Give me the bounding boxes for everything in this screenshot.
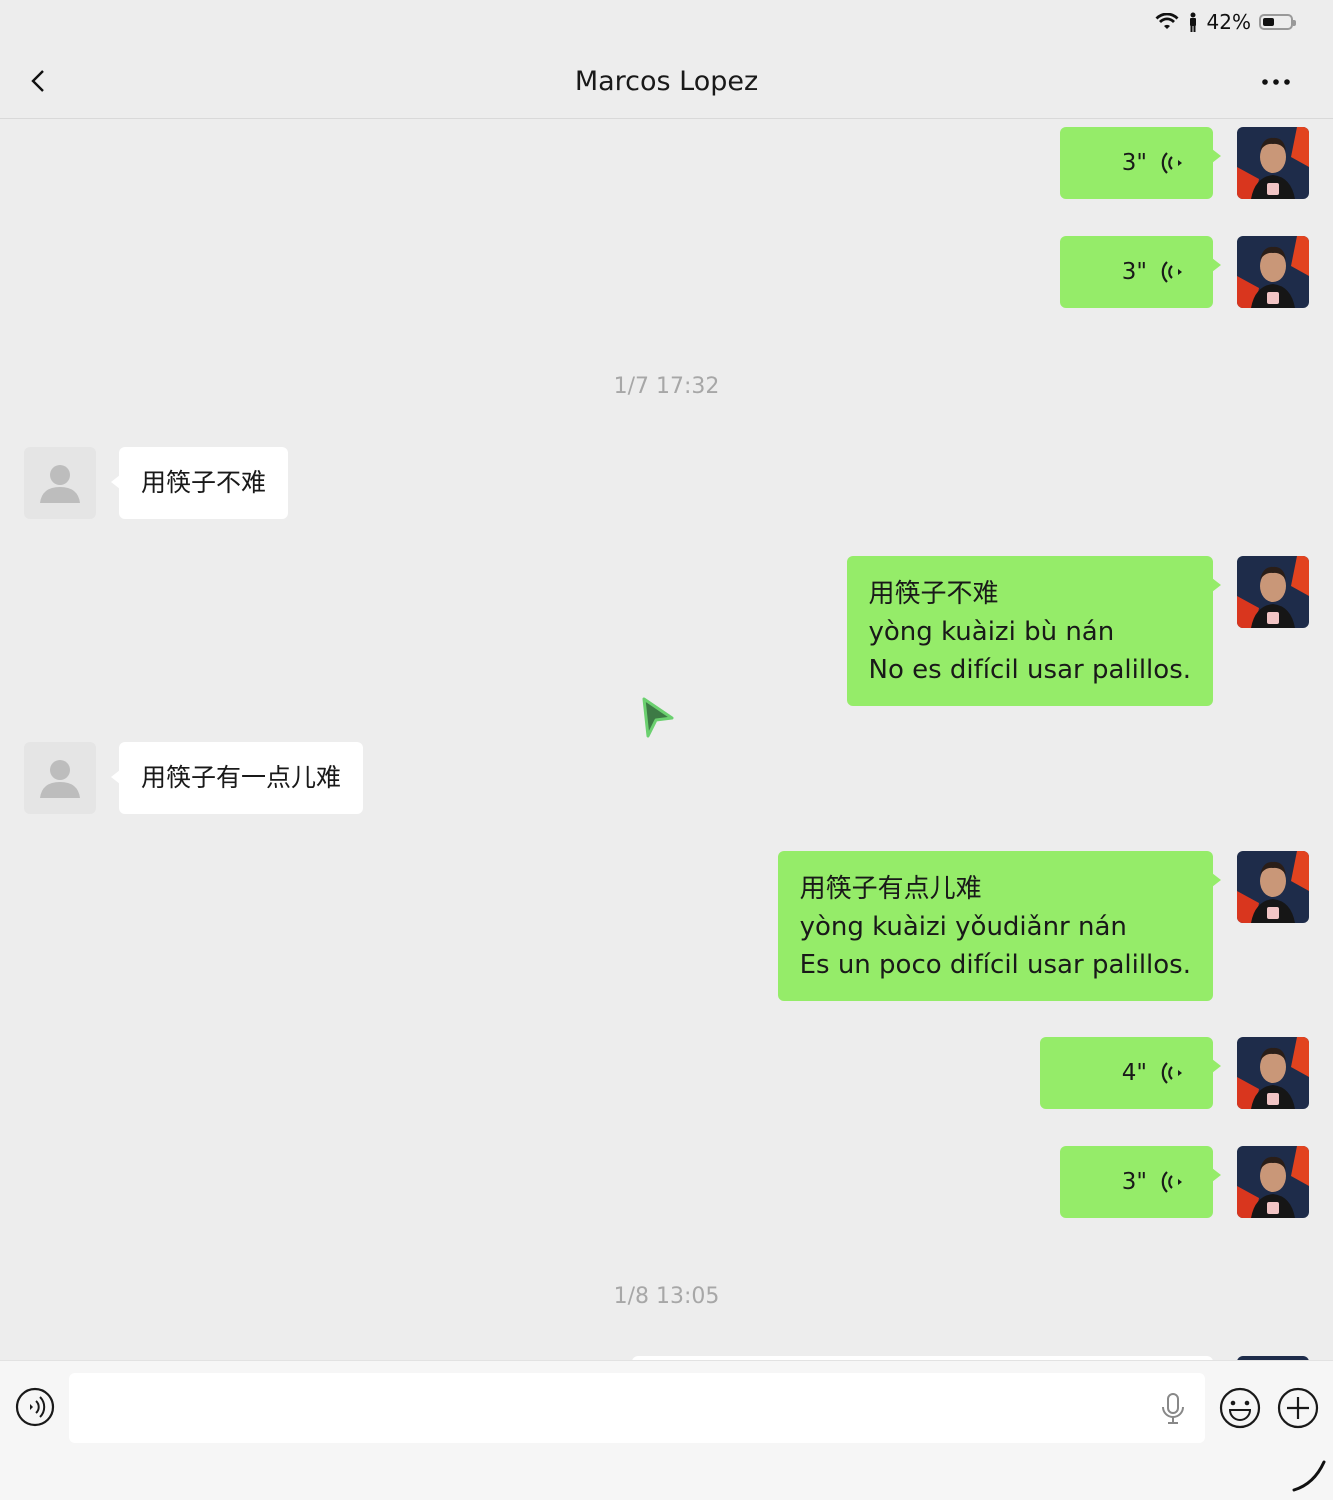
pointer-cursor-icon <box>642 697 674 738</box>
pencil-stroke-icon <box>1292 1460 1326 1492</box>
message-line-translation: Es un poco difícil usar palillos. <box>799 950 1191 980</box>
avatar-self[interactable] <box>1237 1146 1309 1218</box>
microphone-icon[interactable] <box>1160 1393 1186 1425</box>
default-avatar-icon <box>40 760 80 798</box>
battery-icon <box>1259 14 1296 30</box>
input-bar <box>0 1360 1333 1500</box>
chat-header: Marcos Lopez <box>0 46 1333 119</box>
message-list[interactable]: 3" 3" 1/7 17:32 用筷子不难 用筷子不难 yòng kuàizi … <box>0 120 1333 1360</box>
avatar-contact[interactable] <box>24 742 96 814</box>
message-line-hanzi: 用筷子不难 <box>868 579 999 609</box>
status-right: 42% <box>1155 10 1296 34</box>
emoji-icon[interactable] <box>1219 1387 1261 1429</box>
voice-duration: 3" <box>1121 259 1147 285</box>
message-line-translation: No es difícil usar palillos. <box>868 655 1192 685</box>
accessibility-icon <box>1189 12 1196 32</box>
battery-level <box>1263 18 1274 26</box>
voice-message[interactable]: 3" <box>1060 1146 1221 1218</box>
timestamp: 1/7 17:32 <box>613 374 720 399</box>
plus-icon[interactable] <box>1277 1387 1319 1429</box>
battery-percent: 42% <box>1206 10 1251 34</box>
voice-input-icon[interactable] <box>15 1387 55 1427</box>
message-bubble-outgoing[interactable]: 用筷子不难 yòng kuàizi bù nán No es difícil u… <box>846 556 1221 706</box>
voice-wave-icon <box>1161 261 1182 283</box>
voice-wave-icon <box>1161 152 1182 174</box>
voice-message[interactable]: 3" <box>1060 236 1221 308</box>
message-input[interactable] <box>69 1373 1205 1443</box>
status-bar: 42% <box>0 0 1333 46</box>
message-bubble-incoming[interactable]: 用筷子不难 <box>110 447 289 519</box>
message-bubble-outgoing[interactable]: 用筷子有点儿难 yòng kuàizi yǒudiǎnr nán Es un p… <box>777 851 1222 1001</box>
more-icon[interactable] <box>1261 70 1291 94</box>
voice-wave-icon <box>1161 1171 1182 1193</box>
voice-message[interactable]: 4" <box>1040 1037 1221 1109</box>
avatar-self[interactable] <box>1237 556 1309 628</box>
voice-duration: 4" <box>1121 1060 1147 1086</box>
page-title: Marcos Lopez <box>574 66 759 97</box>
message-bubble-incoming[interactable]: 用筷子有一点儿难 <box>110 742 364 814</box>
avatar-self[interactable] <box>1237 127 1309 199</box>
voice-message[interactable]: 3" <box>1060 127 1221 199</box>
message-line-pinyin: yòng kuàizi bù nán <box>868 617 1115 647</box>
message-line-pinyin: yòng kuàizi yǒudiǎnr nán <box>799 912 1127 942</box>
timestamp: 1/8 13:05 <box>613 1284 720 1309</box>
voice-duration: 3" <box>1121 150 1147 176</box>
avatar-self[interactable] <box>1237 851 1309 923</box>
avatar-self[interactable] <box>1237 1037 1309 1109</box>
avatar-contact[interactable] <box>24 447 96 519</box>
message-line-hanzi: 用筷子有点儿难 <box>799 874 982 904</box>
default-avatar-icon <box>40 465 80 503</box>
voice-wave-icon <box>1161 1062 1182 1084</box>
avatar-self[interactable] <box>1237 236 1309 308</box>
voice-duration: 3" <box>1121 1169 1147 1195</box>
wifi-icon <box>1155 13 1179 29</box>
